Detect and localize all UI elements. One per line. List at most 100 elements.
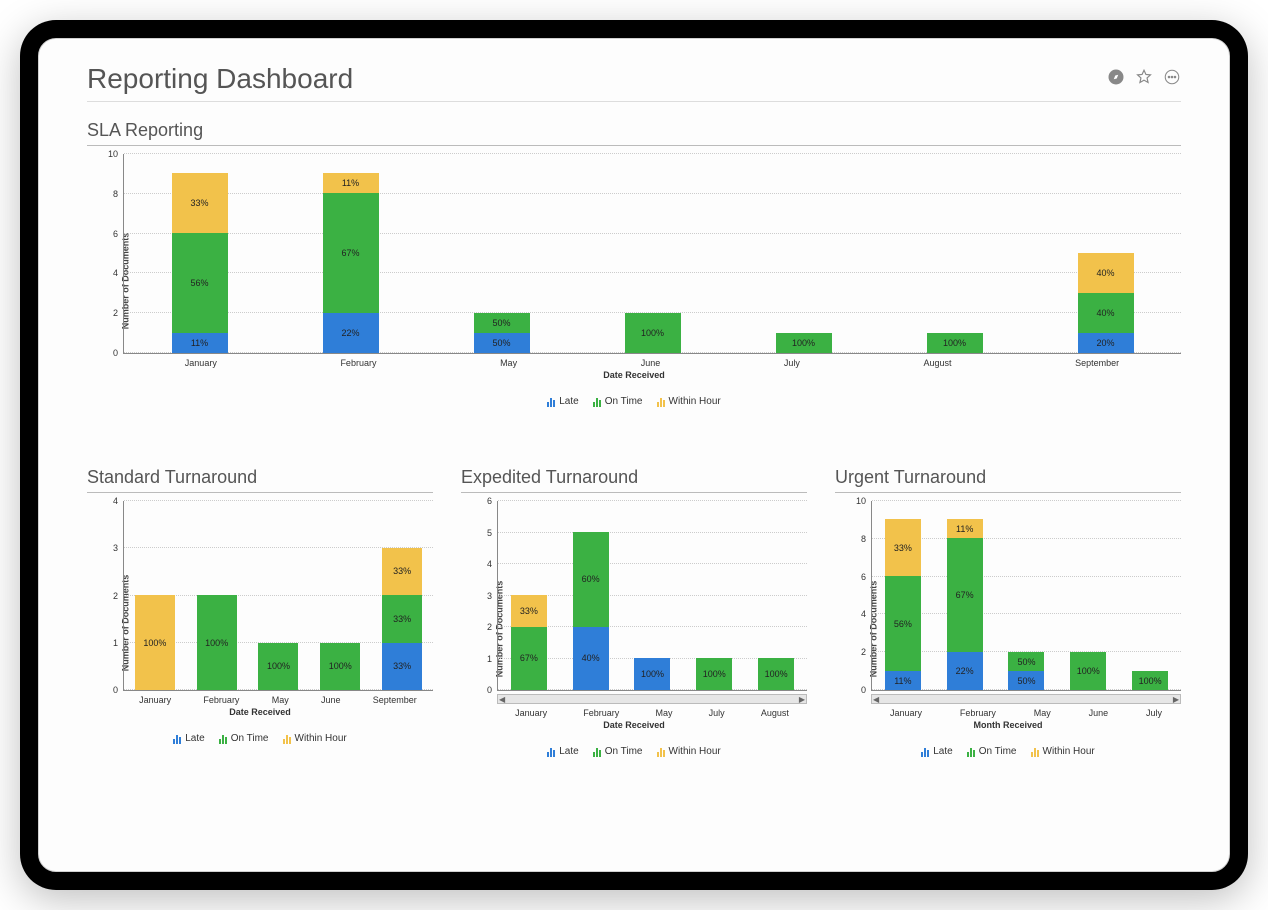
x-tick: September [1075, 358, 1119, 368]
bar-segment[interactable]: 11% [947, 519, 983, 538]
bar-segment[interactable]: 22% [323, 313, 379, 353]
bars: 11%56%33%22%67%11%50%50%100%100%100%20%4… [124, 154, 1181, 353]
bars: 11%56%33%22%67%11%50%50%100%100% [872, 501, 1181, 690]
legend-item[interactable]: On Time [593, 396, 643, 407]
legend-swatch-icon [547, 747, 555, 757]
bar-segment[interactable]: 11% [172, 333, 228, 353]
legend-item[interactable]: Within Hour [1031, 746, 1095, 757]
y-tick: 1 [487, 654, 498, 664]
bar-column: 50%50% [1008, 501, 1044, 690]
y-tick: 2 [487, 622, 498, 632]
bar-segment[interactable]: 33% [382, 643, 422, 691]
bar-segment[interactable]: 100% [258, 643, 298, 691]
bar-column: 33%33%33% [382, 501, 422, 690]
legend-item[interactable]: Within Hour [283, 733, 347, 744]
x-tick: August [761, 708, 789, 718]
bar-segment[interactable]: 33% [382, 548, 422, 596]
bar-segment[interactable]: 60% [573, 532, 609, 627]
x-tick: June [321, 695, 341, 705]
legend-item[interactable]: Late [921, 746, 952, 757]
screen: Reporting Dashboard SLA Reporting Number… [38, 38, 1230, 872]
y-tick: 10 [108, 149, 124, 159]
bar-segment[interactable]: 100% [135, 595, 175, 690]
legend-label: Within Hour [1043, 746, 1095, 757]
page-title: Reporting Dashboard [87, 63, 353, 95]
bar-segment[interactable]: 40% [573, 627, 609, 690]
legend-item[interactable]: On Time [967, 746, 1017, 757]
bar-segment[interactable]: 67% [511, 627, 547, 690]
y-tick: 2 [113, 308, 124, 318]
y-tick: 8 [861, 534, 872, 544]
bar-column: 100% [927, 154, 983, 353]
legend-item[interactable]: On Time [219, 733, 269, 744]
bar-segment[interactable]: 100% [320, 643, 360, 691]
section-title-expedited: Expedited Turnaround [461, 467, 807, 493]
chart-horizontal-scrollbar[interactable]: ◀▶ [871, 694, 1181, 704]
legend: Late On Time Within Hour [835, 746, 1181, 757]
bar-segment[interactable]: 33% [172, 173, 228, 233]
bar-segment[interactable]: 33% [885, 519, 921, 576]
bar-segment[interactable]: 33% [382, 595, 422, 643]
bar-segment[interactable]: 100% [696, 658, 732, 690]
bar-column: 11%56%33% [172, 154, 228, 353]
bar-segment[interactable]: 100% [634, 658, 670, 690]
bar-segment[interactable]: 67% [947, 538, 983, 652]
compass-icon[interactable] [1107, 68, 1125, 91]
bars: 100%100%100%100%33%33%33% [124, 501, 433, 690]
bar-column: 100% [758, 501, 794, 690]
y-tick: 4 [113, 268, 124, 278]
legend-swatch-icon [283, 734, 291, 744]
bar-segment[interactable]: 56% [172, 233, 228, 333]
expedited-chart: Number of Documents 012345667%33%40%60%1… [461, 501, 807, 757]
bar-segment[interactable]: 40% [1078, 293, 1134, 333]
star-icon[interactable] [1135, 68, 1153, 91]
bar-segment[interactable]: 100% [1070, 652, 1106, 690]
bar-segment[interactable]: 67% [323, 193, 379, 313]
bar-segment[interactable]: 22% [947, 652, 983, 690]
more-icon[interactable] [1163, 68, 1181, 91]
legend-swatch-icon [219, 734, 227, 744]
legend-item[interactable]: On Time [593, 746, 643, 757]
chart-horizontal-scrollbar[interactable]: ◀▶ [497, 694, 807, 704]
bar-segment[interactable]: 11% [323, 173, 379, 193]
x-tick: May [1034, 708, 1051, 718]
legend-label: On Time [231, 733, 269, 744]
legend-item[interactable]: Late [547, 396, 578, 407]
x-tick: September [373, 695, 417, 705]
x-tick: February [960, 708, 996, 718]
bar-segment[interactable]: 56% [885, 576, 921, 671]
legend-item[interactable]: Late [547, 746, 578, 757]
legend-swatch-icon [967, 747, 975, 757]
bar-segment[interactable]: 50% [1008, 652, 1044, 671]
bar-segment[interactable]: 100% [1132, 671, 1168, 690]
legend-swatch-icon [1031, 747, 1039, 757]
legend-label: On Time [979, 746, 1017, 757]
bar-segment[interactable]: 100% [625, 313, 681, 353]
bar-segment[interactable]: 100% [776, 333, 832, 353]
bar-segment[interactable]: 100% [927, 333, 983, 353]
x-tick: February [340, 358, 376, 368]
legend-item[interactable]: Late [173, 733, 204, 744]
legend-swatch-icon [593, 397, 601, 407]
device-frame: Reporting Dashboard SLA Reporting Number… [20, 20, 1248, 890]
bar-segment[interactable]: 50% [474, 333, 530, 353]
x-tick: May [272, 695, 289, 705]
bar-column: 100% [135, 501, 175, 690]
urgent-section: Urgent Turnaround Number of Documents 02… [835, 467, 1181, 757]
legend-item[interactable]: Within Hour [657, 396, 721, 407]
x-tick: June [641, 358, 661, 368]
bar-segment[interactable]: 50% [474, 313, 530, 333]
bar-column: 100% [197, 501, 237, 690]
bar-segment[interactable]: 50% [1008, 671, 1044, 690]
x-tick: May [500, 358, 517, 368]
bar-segment[interactable]: 40% [1078, 253, 1134, 293]
bar-segment[interactable]: 100% [758, 658, 794, 690]
bar-segment[interactable]: 20% [1078, 333, 1134, 353]
bar-segment[interactable]: 11% [885, 671, 921, 690]
legend-swatch-icon [593, 747, 601, 757]
bar-segment[interactable]: 33% [511, 595, 547, 627]
legend-item[interactable]: Within Hour [657, 746, 721, 757]
bar-column: 20%40%40% [1078, 154, 1134, 353]
y-tick: 4 [861, 609, 872, 619]
bar-segment[interactable]: 100% [197, 595, 237, 690]
